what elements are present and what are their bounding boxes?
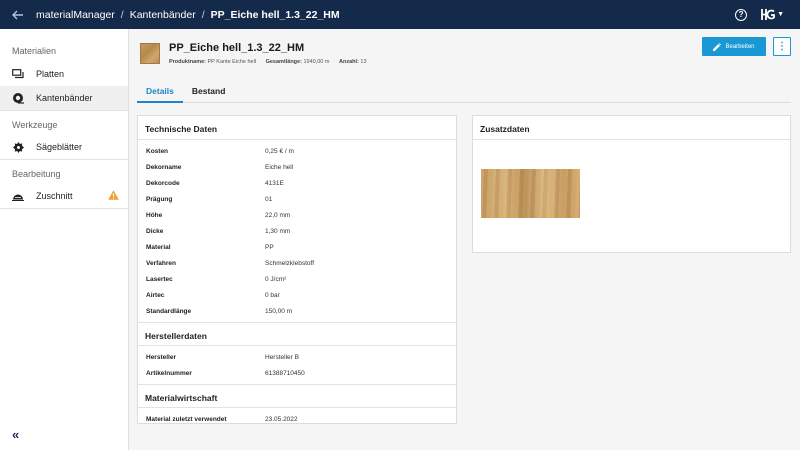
breadcrumb-item-current: PP_Eiche hell_1.3_22_HM <box>210 8 340 21</box>
warning-icon <box>108 190 119 202</box>
edit-button-label: Bearbeiten <box>725 43 755 50</box>
data-row: Artikelnummer 61388710450 <box>138 365 456 381</box>
meta-value-gesamtlaenge: 1940,00 m <box>303 59 330 65</box>
data-row-label: Airtec <box>146 291 165 299</box>
data-row-label: Artikelnummer <box>146 369 192 377</box>
more-options-icon[interactable]: ⋮ <box>773 37 791 56</box>
edit-button[interactable]: Bearbeiten <box>702 37 766 56</box>
tab-bestand[interactable]: Bestand <box>183 81 235 103</box>
data-row-label: Hersteller <box>146 353 176 361</box>
data-row-value: 23.05.2022 <box>265 415 298 423</box>
page-title: PP_Eiche hell_1.3_22_HM <box>169 42 305 54</box>
breadcrumb: materialManager / Kantenbänder / PP_Eich… <box>36 9 340 21</box>
data-row-label: Prägung <box>146 195 173 203</box>
meta-label-gesamtlaenge: Gesamtlänge: <box>265 59 302 65</box>
collapse-sidebar-icon[interactable]: « <box>12 427 19 442</box>
data-row-value: PP <box>265 243 274 251</box>
meta-label-produktname: Produktname: <box>169 59 206 65</box>
meta-value-anzahl: 13 <box>360 59 367 65</box>
additional-data-title: Zusatzdaten <box>473 116 790 140</box>
technical-data-card: Technische Daten Kosten 0,25 € / m Dekorna… <box>137 115 457 424</box>
data-row-value: 0,25 € / m <box>265 147 294 155</box>
data-row-label: Dekorcode <box>146 179 180 187</box>
data-row-value: 0 J/cm² <box>265 275 287 283</box>
data-row: Dekorcode 4131E <box>138 175 456 191</box>
pencil-icon <box>713 42 722 51</box>
breadcrumb-item-kantenbaender[interactable]: Kantenbänder <box>130 9 196 21</box>
data-row: Prägung 01 <box>138 191 456 207</box>
sidebar-item-saegeblaetter[interactable]: Sägeblätter <box>0 135 128 159</box>
technical-data-title: Technische Daten <box>138 116 456 140</box>
data-row-value: 22,0 mm <box>265 211 291 219</box>
hg-logo-icon <box>761 9 775 20</box>
breadcrumb-separator: / <box>120 8 124 21</box>
top-bar: materialManager / Kantenbänder / PP_Eich… <box>0 0 800 29</box>
data-row-value: 4131E <box>265 179 284 187</box>
data-row-value: Eiche hell <box>265 163 294 171</box>
product-meta: Produktname: PP Kante Eiche hell Gesamtl… <box>169 59 367 65</box>
data-row-value: 61388710450 <box>265 369 305 377</box>
meta-label-anzahl: Anzahl: <box>339 59 359 65</box>
data-row-value: 0 bar <box>265 291 280 299</box>
tab-details[interactable]: Details <box>137 81 183 103</box>
back-arrow-icon[interactable] <box>0 0 36 29</box>
data-row-value: Schmelzklebstoff <box>265 259 315 267</box>
data-row-label: Material zuletzt verwendet <box>146 415 227 423</box>
sidebar-section-bearbeitung: Bearbeitung <box>0 159 128 184</box>
sidebar-item-label: Platten <box>36 69 65 79</box>
sidebar-item-label: Sägeblätter <box>36 142 83 152</box>
material-management-list: Material zuletzt verwendet 23.05.2022 <box>138 408 456 430</box>
manufacturer-data-title: Herstellerdaten <box>138 322 456 346</box>
data-row: Lasertec 0 J/cm² <box>138 271 456 287</box>
data-row-value: 01 <box>265 195 273 203</box>
sidebar-section-werkzeuge: Werkzeuge <box>0 110 128 135</box>
data-row-label: Standardlänge <box>146 307 192 315</box>
data-row: Höhe 22,0 mm <box>138 207 456 223</box>
help-icon[interactable]: ? <box>735 8 748 21</box>
data-row-label: Höhe <box>146 211 163 219</box>
panels-icon <box>12 68 24 80</box>
data-row-label: Kosten <box>146 147 169 155</box>
data-row-value: 1,30 mm <box>265 227 291 235</box>
data-row-label: Dekorname <box>146 163 182 171</box>
breadcrumb-separator: / <box>201 8 205 21</box>
decor-thumbnail <box>140 43 160 64</box>
data-row: Kosten 0,25 € / m <box>138 143 456 159</box>
data-row-value: 150,00 m <box>265 307 293 315</box>
data-row-label: Lasertec <box>146 275 173 283</box>
data-row: Material PP <box>138 239 456 255</box>
tab-bar: Details Bestand <box>137 81 791 103</box>
user-menu-button[interactable]: ▼ <box>761 9 784 20</box>
sidebar-item-platten[interactable]: Platten <box>0 62 128 86</box>
sidebar-item-label: Kantenbänder <box>36 93 93 103</box>
data-row: Dicke 1,30 mm <box>138 223 456 239</box>
sidebar-item-kantenbaender[interactable]: Kantenbänder <box>0 86 128 110</box>
sidebar-item-label: Zuschnitt <box>36 191 73 201</box>
data-row: Material zuletzt verwendet 23.05.2022 <box>138 411 456 427</box>
technical-data-list: Kosten 0,25 € / m Dekorname Eiche hell Dekor… <box>138 140 456 322</box>
sidebar: Materialien Platten Kantenbänder Werkzeu… <box>0 29 129 450</box>
sidebar-item-zuschnitt[interactable]: Zuschnitt <box>0 184 128 208</box>
data-row-label: Verfahren <box>146 259 176 267</box>
sidebar-section-materialien: Materialien <box>12 46 57 56</box>
caret-down-icon: ▼ <box>777 11 784 18</box>
manufacturer-data-list: Hersteller Hersteller B Artikelnummer 61388… <box>138 346 456 384</box>
data-row: Airtec 0 bar <box>138 287 456 303</box>
saw-blade-icon <box>12 141 24 153</box>
material-management-title: Materialwirtschaft <box>138 384 456 408</box>
data-row-value: Hersteller B <box>265 353 299 361</box>
cutting-icon <box>12 190 24 202</box>
data-row-label: Material <box>146 243 171 251</box>
breadcrumb-item-app[interactable]: materialManager <box>36 9 115 21</box>
data-row-label: Dicke <box>146 227 164 235</box>
decor-image <box>481 169 580 218</box>
meta-value-produktname: PP Kante Eiche hell <box>207 59 257 65</box>
data-row: Hersteller Hersteller B <box>138 349 456 365</box>
data-row: Verfahren Schmelzklebstoff <box>138 255 456 271</box>
data-row: Standardlänge 150,00 m <box>138 303 456 319</box>
data-row: Dekorname Eiche hell <box>138 159 456 175</box>
edge-band-roll-icon <box>12 92 24 104</box>
